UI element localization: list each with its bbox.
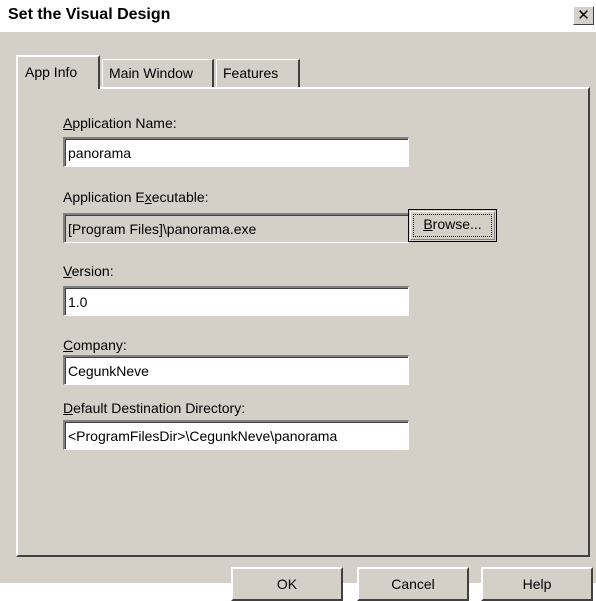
close-icon: ✕ (577, 7, 590, 24)
app-exe-field: [Program Files]\panorama.exe (63, 213, 409, 243)
tab-app-info-label: App Info (25, 64, 78, 80)
company-field[interactable]: CegunkNeve (63, 355, 409, 385)
tab-features-label: Features (223, 65, 279, 81)
tab-app-info[interactable]: App Info (16, 55, 100, 89)
app-name-label: Application Name: (63, 115, 177, 131)
browse-button-label: Browse... (413, 214, 492, 237)
app-exe-label: Application Executable: (63, 189, 209, 205)
close-button[interactable]: ✕ (573, 6, 594, 25)
cancel-button[interactable]: Cancel (357, 567, 469, 601)
company-label: Company: (63, 337, 127, 353)
dest-dir-field[interactable]: <ProgramFilesDir>\CegunkNeve\panorama (63, 420, 409, 450)
ok-button[interactable]: OK (231, 567, 343, 601)
window-title: Set the Visual Design (8, 6, 171, 23)
dialog-client-area: App Info Main Window Features Applicatio… (6, 32, 596, 601)
dialog-window: Set the Visual Design ✕ App Info Main Wi… (0, 0, 596, 601)
help-button[interactable]: Help (481, 567, 593, 601)
tab-main-window[interactable]: Main Window (102, 59, 214, 87)
tab-main-window-label: Main Window (109, 65, 194, 81)
title-bar[interactable]: Set the Visual Design ✕ (0, 0, 596, 32)
version-field[interactable]: 1.0 (63, 286, 409, 316)
tab-features[interactable]: Features (216, 59, 300, 87)
version-label: Version: (63, 263, 114, 279)
app-name-field[interactable]: panorama (63, 137, 409, 167)
app-info-panel: Application Name: panorama Application E… (16, 87, 590, 557)
browse-button[interactable]: Browse... (408, 209, 497, 242)
dest-dir-label: Default Destination Directory: (63, 400, 246, 416)
